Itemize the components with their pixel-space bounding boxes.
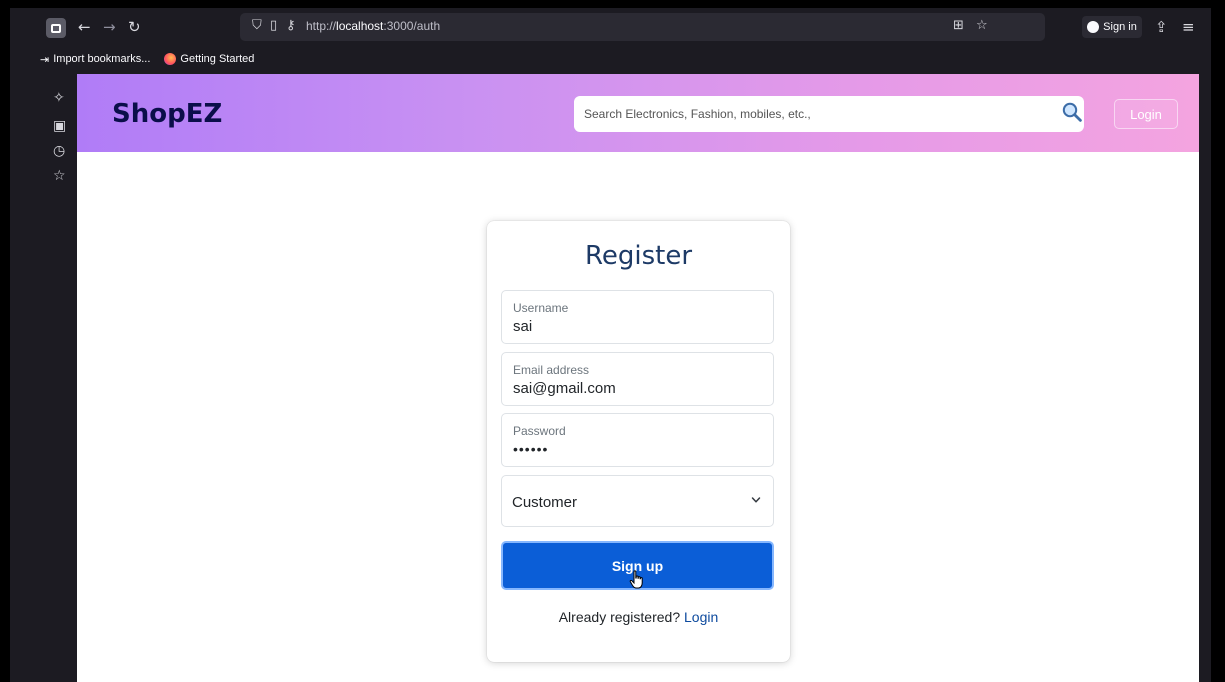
bookmark-getting-started[interactable]: Getting Started xyxy=(164,53,254,65)
search-input[interactable] xyxy=(574,96,1084,132)
url-text: http://localhost:3000/auth xyxy=(306,19,441,33)
synced-tabs-icon[interactable]: ▣ xyxy=(53,118,66,134)
bookmark-import[interactable]: ⇥ Import bookmarks... xyxy=(40,53,150,66)
chevron-down-icon xyxy=(751,497,761,503)
menu-icon[interactable]: ≡ xyxy=(1182,17,1195,37)
password-field[interactable]: Password •••••• xyxy=(501,413,774,467)
browser-toolbar: ← → ↻ ⛉ ▯ ⚷ http://localhost:3000/auth ⊞… xyxy=(10,8,1211,46)
reload-icon[interactable]: ↻ xyxy=(128,17,141,37)
forward-icon[interactable]: → xyxy=(103,17,116,37)
role-select[interactable]: Customer xyxy=(501,475,774,527)
tracking-shield-icon[interactable]: ⛉ xyxy=(252,18,262,33)
sign-in-button[interactable]: Sign in xyxy=(1082,16,1142,38)
back-icon[interactable]: ← xyxy=(78,17,91,37)
browser-sidebar: ✧ ▣ ◷ ☆ xyxy=(10,72,77,682)
register-title: Register xyxy=(584,241,693,271)
bookmark-star-icon[interactable]: ☆ xyxy=(976,18,988,33)
key-icon[interactable]: ⚷ xyxy=(286,18,296,33)
bookmarks-bar: ⇥ Import bookmarks... Getting Started xyxy=(10,46,1211,72)
email-label: Email address xyxy=(513,363,590,377)
brand-logo[interactable]: ShopEZ xyxy=(112,99,222,129)
username-label: Username xyxy=(513,301,569,315)
bookmarks-icon[interactable]: ☆ xyxy=(53,168,66,184)
login-link[interactable]: Login xyxy=(684,609,718,625)
url-bar[interactable]: ⛉ ▯ ⚷ http://localhost:3000/auth ⊞ ☆ xyxy=(240,13,1045,41)
sidebar-icon xyxy=(51,23,61,33)
import-icon: ⇥ xyxy=(40,53,50,66)
switch-prompt: Already registered? xyxy=(558,609,681,625)
password-value: •••••• xyxy=(513,441,549,457)
hand-cursor-icon xyxy=(629,570,643,589)
history-icon[interactable]: ◷ xyxy=(53,143,65,159)
role-select-value: Customer xyxy=(512,494,578,511)
search-icon[interactable] xyxy=(1062,102,1082,122)
password-label: Password xyxy=(513,424,566,438)
save-to-pocket-icon[interactable]: ⊞ xyxy=(953,18,964,33)
page-viewport: ShopEZ Login Register Username sai Email… xyxy=(77,74,1199,682)
register-card: Register Username sai Email address sai@… xyxy=(487,221,790,662)
email-field[interactable]: Email address sai@gmail.com xyxy=(501,352,774,406)
sidebar-toggle-button[interactable] xyxy=(46,18,66,38)
email-value: sai@gmail.com xyxy=(513,380,616,397)
firefox-icon xyxy=(164,53,177,65)
login-switch-line: Already registered? Login xyxy=(487,609,790,625)
username-field[interactable]: Username sai xyxy=(501,290,774,344)
page-info-icon[interactable]: ▯ xyxy=(270,18,277,33)
share-icon[interactable]: ⇪ xyxy=(1155,17,1168,37)
account-icon xyxy=(1087,21,1100,33)
ai-chatbot-icon[interactable]: ✧ xyxy=(53,90,65,106)
browser-window: ← → ↻ ⛉ ▯ ⚷ http://localhost:3000/auth ⊞… xyxy=(10,8,1211,682)
username-value: sai xyxy=(513,318,533,335)
site-navbar: ShopEZ Login xyxy=(77,74,1199,152)
login-button[interactable]: Login xyxy=(1114,99,1178,129)
